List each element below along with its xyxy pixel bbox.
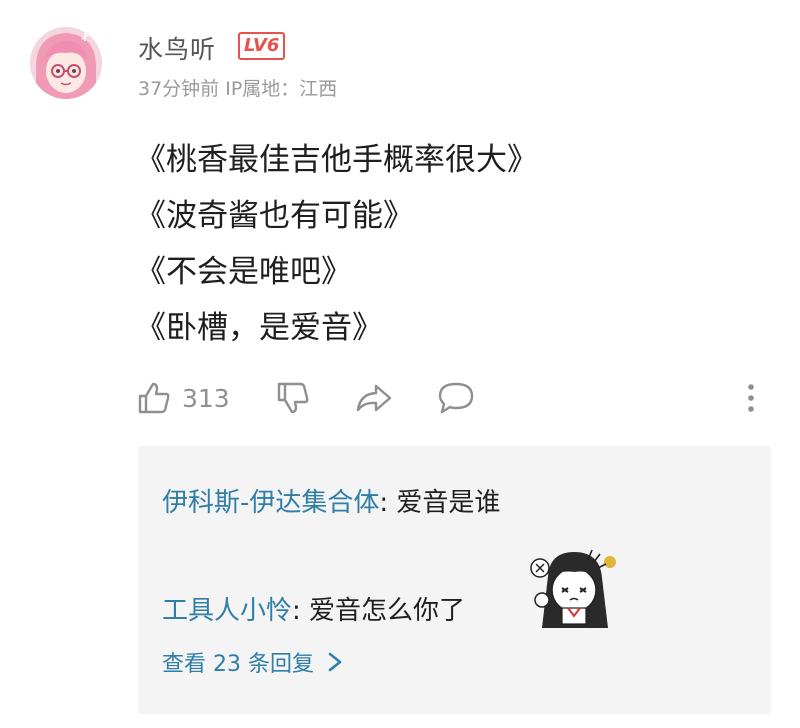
thumbs-down-icon [277, 382, 309, 414]
comment-button[interactable] [436, 378, 476, 418]
comment-line: 《不会是唯吧》 [135, 254, 352, 290]
reply-author[interactable]: 工具人小怜 [162, 596, 292, 626]
comment-line: 《波奇酱也有可能》 [135, 198, 414, 234]
comment-line: 《卧槽，是爱音》 [135, 310, 383, 346]
view-more-label: 查看 23 条回复 [162, 652, 314, 677]
view-more-replies-link[interactable]: 查看 23 条回复 [162, 646, 346, 678]
more-button[interactable] [744, 378, 758, 418]
reply-text: : 爱音是谁 [379, 488, 501, 518]
comment-meta: 37分钟前 IP属地：江西 [138, 78, 338, 100]
avatar-image [30, 27, 102, 99]
thumbs-up-icon [138, 382, 170, 414]
comment-icon [438, 382, 474, 414]
like-count: 313 [182, 383, 230, 413]
reply-author[interactable]: 伊科斯-伊达集合体 [162, 488, 379, 518]
avatar[interactable] [30, 27, 102, 99]
reply-item[interactable]: 伊科斯-伊达集合体: 爱音是谁 [162, 482, 500, 519]
reply-box: 伊科斯-伊达集合体: 爱音是谁 工具人小怜: 爱音怎么你了 查看 23 条回复 [138, 446, 771, 714]
more-icon [748, 384, 754, 412]
anime-sticker-image [530, 549, 616, 628]
dislike-button[interactable] [275, 378, 311, 418]
comment-content: 《桃香最佳吉他手概率很大》 《波奇酱也有可能》 《不会是唯吧》 《卧槽，是爱音》 [135, 132, 538, 356]
reply-text: : 爱音怎么你了 [292, 596, 466, 626]
level-badge: LV6 [238, 32, 286, 60]
comment-line: 《桃香最佳吉他手概率很大》 [135, 142, 538, 178]
reply-item[interactable]: 工具人小怜: 爱音怎么你了 [162, 590, 465, 627]
like-button[interactable]: 313 [136, 378, 230, 418]
username[interactable]: 水鸟听 [138, 30, 216, 66]
chevron-right-icon [328, 652, 342, 672]
share-button[interactable] [354, 378, 394, 418]
share-icon [356, 384, 392, 412]
